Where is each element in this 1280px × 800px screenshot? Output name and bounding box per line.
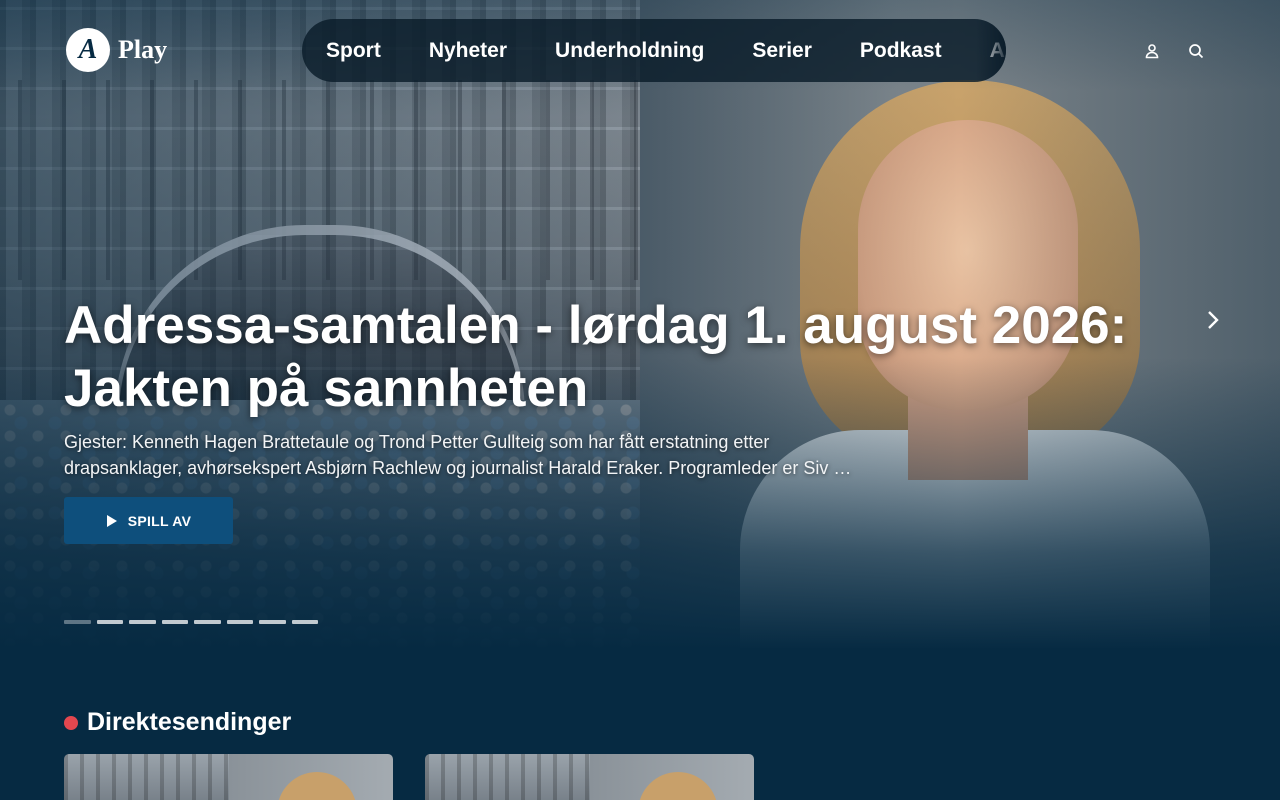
carousel-indicators xyxy=(64,620,318,624)
live-card[interactable] xyxy=(425,754,754,800)
hero-title[interactable]: Adressa-samtalen - lørdag 1. august 2026… xyxy=(64,294,1144,420)
user-icon[interactable] xyxy=(1141,40,1163,62)
carousel-dot[interactable] xyxy=(291,620,318,624)
brand-logo[interactable]: A Play xyxy=(66,28,167,72)
chevron-right-icon xyxy=(1208,311,1219,329)
section-title[interactable]: Direktesendinger xyxy=(87,708,291,737)
play-button[interactable]: SPILL AV xyxy=(64,497,233,544)
logo-mark: A xyxy=(66,28,110,72)
live-card[interactable] xyxy=(64,754,393,800)
play-button-label: SPILL AV xyxy=(127,512,192,529)
nav-item-sport[interactable]: Sport xyxy=(326,39,381,63)
nav-fade xyxy=(976,19,1006,82)
logo-text: Play xyxy=(118,35,168,64)
carousel-dot[interactable] xyxy=(129,620,156,624)
carousel-dot[interactable] xyxy=(161,620,188,624)
carousel-dot[interactable] xyxy=(64,620,91,624)
carousel-next-button[interactable] xyxy=(1200,306,1226,334)
nav-item-serier[interactable]: Serier xyxy=(752,39,812,63)
carousel-dot[interactable] xyxy=(96,620,123,624)
main-nav: Sport Nyheter Underholdning Serier Podka… xyxy=(302,19,1006,82)
carousel-dot[interactable] xyxy=(259,620,286,624)
nav-item-nyheter[interactable]: Nyheter xyxy=(429,39,507,63)
nav-item-underholdning[interactable]: Underholdning xyxy=(555,39,704,63)
carousel-dot[interactable] xyxy=(226,620,253,624)
nav-item-podkast[interactable]: Podkast xyxy=(860,39,942,63)
live-indicator-icon xyxy=(64,715,78,730)
live-section-header: Direktesendinger xyxy=(64,708,291,737)
play-icon xyxy=(106,514,117,527)
carousel-dot[interactable] xyxy=(194,620,221,624)
hero-description: Gjester: Kenneth Hagen Brattetaule og Tr… xyxy=(64,432,852,478)
search-icon[interactable] xyxy=(1185,40,1207,62)
